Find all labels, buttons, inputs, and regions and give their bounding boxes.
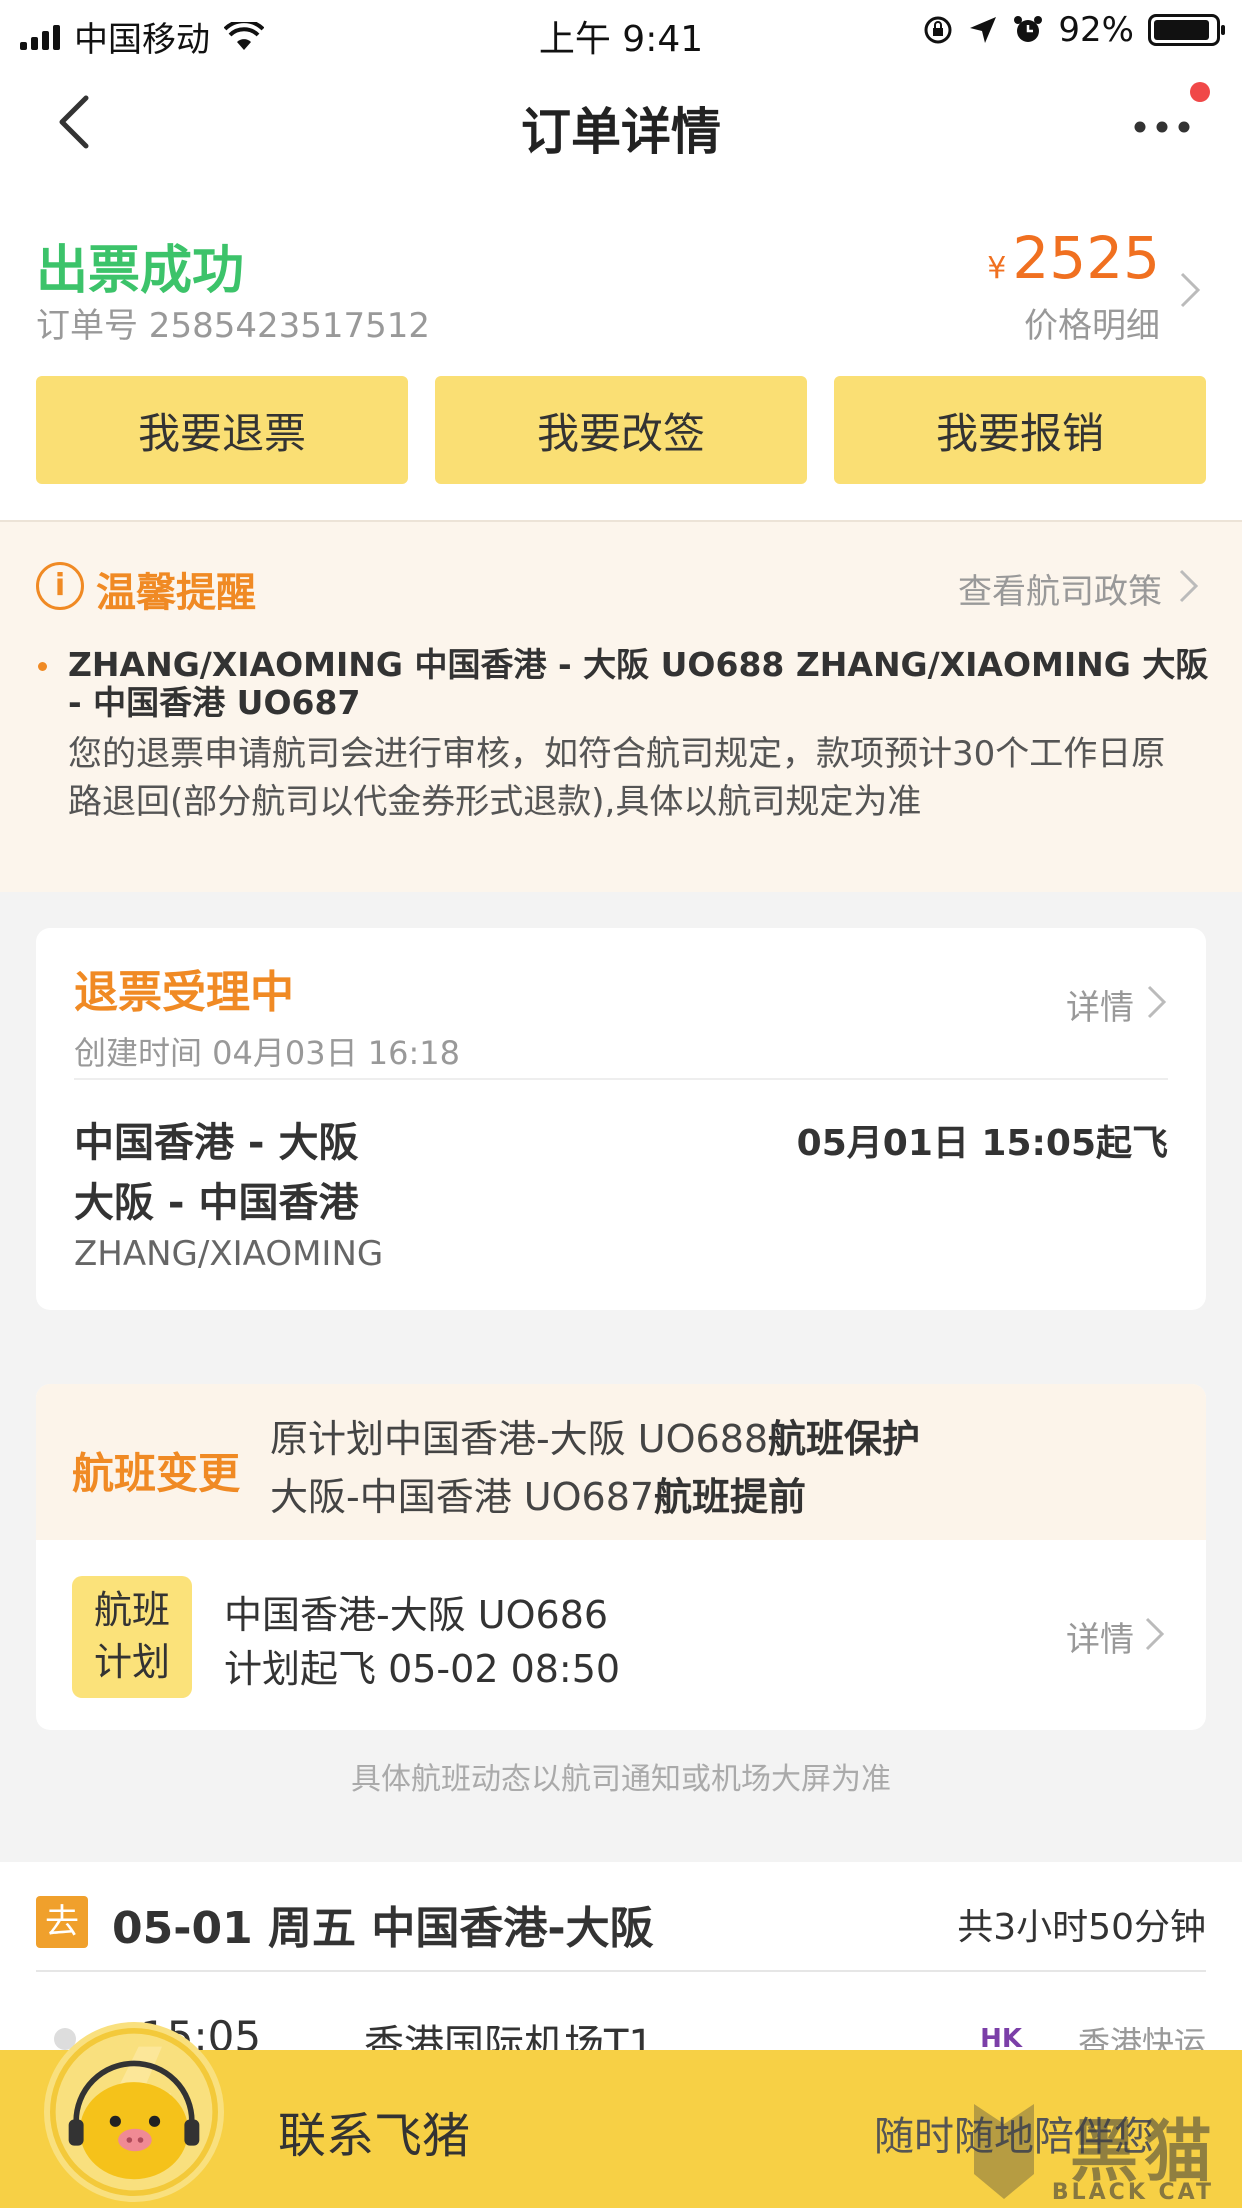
divider [74,1078,1168,1080]
reminder-flights: ZHANG/XIAOMING 中国香港 - 大阪 UO688 ZHANG/XIA… [68,645,1209,722]
battery-icon [1148,14,1225,46]
chevron-right-icon[interactable] [1144,1616,1166,1652]
refund-card[interactable]: 退票受理中 创建时间 04月03日 16:18 详情 中国香港 - 大阪 大阪 … [36,928,1206,1310]
reimburse-button[interactable]: 我要报销 [834,376,1206,484]
order-summary: 出票成功 订单号 2585423517512 ¥ 2525 价格明细 我要退票 … [0,188,1242,520]
status-bar: 中国移动 上午 9:41 92% [0,0,1242,62]
flight-change-label: 航班变更 [72,1449,241,1498]
plan-departure-time: 计划起飞 05-02 08:50 [224,1647,621,1691]
change-ticket-button[interactable]: 我要改签 [435,376,807,484]
plan-detail-link[interactable]: 详情 [1066,1612,1134,1661]
mascot-avatar-icon[interactable] [44,2022,224,2202]
outbound-badge: 去 [36,1896,88,1948]
flight-change-card: 航班变更 原计划中国香港-大阪 UO688航班保护 大阪-中国香港 UO687航… [36,1384,1206,1730]
refund-route-return: 大阪 - 中国香港 [74,1180,359,1226]
flight-status-footnote: 具体航班动态以航司通知或机场大屏为准 [351,1762,891,1797]
plan-route: 中国香港-大阪 UO686 [224,1593,609,1637]
refund-detail-link[interactable]: 详情 [1066,980,1134,1029]
alarm-icon [1014,16,1043,42]
itinerary-duration: 共3小时50分钟 [957,1907,1206,1948]
refund-button[interactable]: 我要退票 [36,376,408,484]
refund-status: 退票受理中 [74,967,294,1018]
more-dots-icon[interactable] [1132,112,1192,142]
rotation-lock-icon [924,16,952,44]
price-detail-link[interactable]: 价格明细 [1024,298,1160,347]
refund-created-time: 创建时间 04月03日 16:18 [74,1034,461,1072]
info-icon: i [36,562,84,610]
order-actions: 我要退票 我要改签 我要报销 [36,376,1206,484]
chevron-right-icon[interactable] [1178,270,1202,310]
refund-route-outbound: 中国香港 - 大阪 [74,1120,359,1166]
battery-percent: 92% [1058,10,1134,50]
contact-fliggy-label[interactable]: 联系飞猪 [278,2096,470,2166]
chevron-right-icon[interactable] [1146,984,1168,1020]
status-right: 92% [922,10,1225,50]
passenger-name: ZHANG/XIAOMING [74,1234,384,1274]
ticket-status: 出票成功 [36,241,245,301]
chevron-right-icon[interactable] [1178,568,1200,604]
page-title: 订单详情 [521,103,721,161]
itinerary-title: 05-01 周五 中国香港-大阪 [112,1903,654,1954]
airline-policy-link[interactable]: 查看航司政策 [958,564,1162,613]
reminder-title: 温馨提醒 [96,570,256,616]
order-number: 订单号 2585423517512 [36,306,431,346]
order-price[interactable]: ¥ 2525 [987,224,1160,292]
nav-bar: 订单详情 [0,62,1242,188]
notification-dot [1190,82,1210,102]
currency-symbol: ¥ [987,251,1007,286]
bullet-dot [38,662,47,671]
flight-plan-badge: 航班 计划 [72,1576,192,1698]
location-icon [970,17,997,43]
flight-change-header: 航班变更 原计划中国香港-大阪 UO688航班保护 大阪-中国香港 UO687航… [36,1384,1206,1540]
refund-departure-time: 05月01日 15:05起飞 [796,1123,1168,1164]
watermark-subtext: BLACK CAT [1051,2180,1214,2205]
reminder-panel: i 温馨提醒 查看航司政策 ZHANG/XIAOMING 中国香港 - 大阪 U… [0,520,1242,892]
flight-change-line-2: 大阪-中国香港 UO687航班提前 [270,1475,807,1519]
divider [36,1970,1206,1972]
flight-change-line-1: 原计划中国香港-大阪 UO688航班保护 [270,1417,921,1461]
reminder-body: 您的退票申请航司会进行审核，如符合航司规定，款项预计30个工作日原路退回(部分航… [68,734,1166,822]
price-value: 2525 [1012,224,1160,292]
